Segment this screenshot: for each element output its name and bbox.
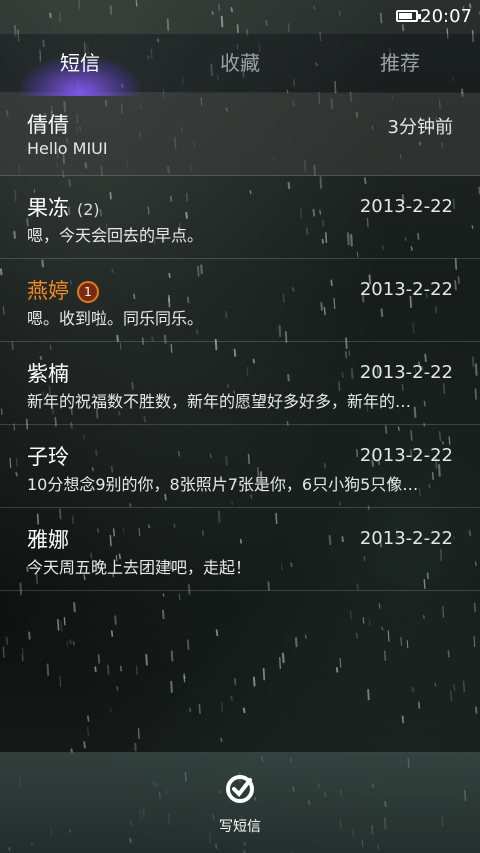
message-preview: 今天周五晚上去团建吧，走起！ xyxy=(27,558,252,577)
status-bar: 20:07 xyxy=(0,0,480,34)
conversation-list: 倩倩 3分钟前 Hello MIUI 果冻 (2) 2013-2-22 嗯，今天会… xyxy=(0,93,480,591)
compose-icon xyxy=(226,775,254,803)
contact-name: 果冻 (2) xyxy=(27,196,100,220)
battery-icon xyxy=(396,10,421,22)
message-count: (2) xyxy=(77,200,100,219)
message-preview: 嗯，今天会回去的早点。 xyxy=(27,226,204,245)
compose-button[interactable]: 写短信 xyxy=(200,772,280,847)
message-time: 2013-2-22 xyxy=(359,196,453,217)
contact-name: 紫楠 xyxy=(27,362,69,386)
tab-recommended[interactable]: 推荐 xyxy=(320,34,480,92)
message-preview: 新年的祝福数不胜数，新年的愿望好多好多，新年的… xyxy=(27,392,412,411)
conversation-row[interactable]: 燕婷 1 2013-2-22 嗯。收到啦。同乐同乐。 xyxy=(0,259,480,342)
unread-badge: 1 xyxy=(77,281,99,303)
message-time: 3分钟前 xyxy=(387,117,453,138)
contact-name: 倩倩 xyxy=(27,113,69,137)
contact-name: 子玲 xyxy=(27,445,69,469)
conversation-row[interactable]: 子玲 2013-2-22 10分想念9别的你，8张照片7张是你，6只小狗5只像… xyxy=(0,425,480,508)
status-clock: 20:07 xyxy=(420,6,472,27)
contact-name: 燕婷 1 xyxy=(27,275,99,305)
contact-name: 雅娜 xyxy=(27,528,69,552)
bottom-bar: 写短信 xyxy=(0,752,480,853)
compose-label: 写短信 xyxy=(219,819,261,835)
message-time: 2013-2-22 xyxy=(359,362,453,383)
message-preview: 10分想念9别的你，8张照片7张是你，6只小狗5只像… xyxy=(27,475,419,494)
tab-favorites[interactable]: 收藏 xyxy=(160,34,320,92)
message-time: 2013-2-22 xyxy=(359,528,453,549)
conversation-row[interactable]: 雅娜 2013-2-22 今天周五晚上去团建吧，走起！ xyxy=(0,508,480,591)
message-time: 2013-2-22 xyxy=(359,445,453,466)
tab-messages[interactable]: 短信 xyxy=(0,34,160,96)
tab-bar: 短信 收藏 推荐 xyxy=(0,34,480,96)
conversation-row[interactable]: 紫楠 2013-2-22 新年的祝福数不胜数，新年的愿望好多好多，新年的… xyxy=(0,342,480,425)
message-preview: 嗯。收到啦。同乐同乐。 xyxy=(27,309,204,328)
message-time: 2013-2-22 xyxy=(359,279,453,300)
conversation-row[interactable]: 倩倩 3分钟前 Hello MIUI xyxy=(0,93,480,176)
message-preview: Hello MIUI xyxy=(27,139,108,158)
conversation-row[interactable]: 果冻 (2) 2013-2-22 嗯，今天会回去的早点。 xyxy=(0,176,480,259)
